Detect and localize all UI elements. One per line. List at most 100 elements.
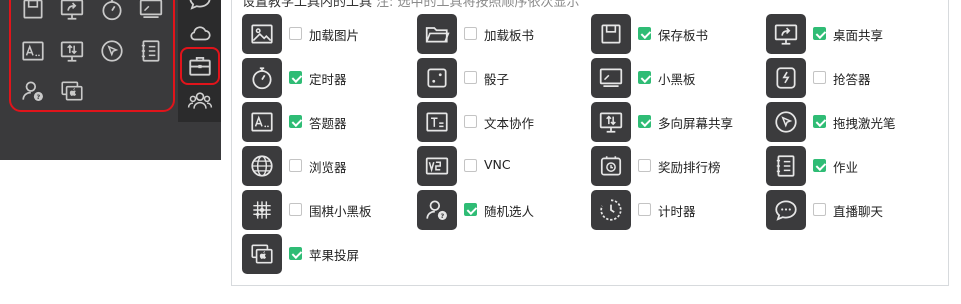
tool-checkbox[interactable]: [464, 71, 477, 84]
tool-checkbox[interactable]: [813, 27, 826, 40]
laser-pointer-icon: [766, 102, 806, 142]
tool-label: 答题器: [309, 116, 347, 131]
tool-label: 围棋小黑板: [309, 204, 372, 219]
tool-checkbox[interactable]: [289, 115, 302, 128]
tool-option[interactable]: 文本协作: [417, 102, 587, 142]
blackboard-icon: [138, 0, 164, 22]
tool-label: 加载图片: [309, 28, 360, 43]
tool-label: 拖拽激光笔: [833, 116, 896, 131]
tool-option[interactable]: 骰子: [417, 58, 587, 98]
save-icon: [591, 14, 631, 54]
stopwatch-icon: [99, 0, 125, 22]
stopwatch-icon: [242, 58, 282, 98]
tool-option[interactable]: 计时器: [591, 190, 761, 230]
tool-checkbox[interactable]: [638, 159, 651, 172]
tool-label: 随机选人: [484, 204, 535, 219]
tool-option[interactable]: 加载图片: [242, 14, 412, 54]
tool-label: 骰子: [484, 72, 510, 87]
tool-option[interactable]: 抢答器: [766, 58, 936, 98]
chat-icon[interactable]: [187, 0, 213, 12]
tool-option[interactable]: 浏览器: [242, 146, 412, 186]
tool-option[interactable]: 奖励排行榜: [591, 146, 761, 186]
answer-icon: [242, 102, 282, 142]
folder-icon: [417, 14, 457, 54]
preview-footer: [0, 122, 221, 160]
multi-screen-icon: [591, 102, 631, 142]
image-icon: [242, 14, 282, 54]
homework-icon: [766, 146, 806, 186]
tool-checkbox[interactable]: [813, 203, 826, 216]
tool-label: 桌面共享: [833, 28, 884, 43]
tool-option[interactable]: 直播聊天: [766, 190, 936, 230]
tool-option[interactable]: 保存板书: [591, 14, 761, 54]
tool-option[interactable]: VNC: [417, 146, 587, 186]
tool-option[interactable]: 加载板书: [417, 14, 587, 54]
tool-checkbox[interactable]: [813, 115, 826, 128]
tool-checkbox[interactable]: [289, 159, 302, 172]
tool-checkbox[interactable]: [638, 71, 651, 84]
buzzer-icon: [766, 58, 806, 98]
reward-icon: [591, 146, 631, 186]
dice-icon: [417, 58, 457, 98]
tool-option[interactable]: 定时器: [242, 58, 412, 98]
tool-checkbox[interactable]: [813, 71, 826, 84]
tool-label: VNC: [484, 157, 511, 172]
tool-option[interactable]: 多向屏幕共享: [591, 102, 761, 142]
tool-checkbox[interactable]: [289, 247, 302, 260]
save-icon: [20, 0, 46, 22]
tool-label: 小黑板: [658, 72, 696, 87]
tool-checkbox[interactable]: [289, 203, 302, 216]
blackboard-icon: [591, 58, 631, 98]
tool-checkbox[interactable]: [464, 159, 477, 172]
text-collab-icon: [417, 102, 457, 142]
timer-icon: [591, 190, 631, 230]
toolbox-preview: [0, 0, 221, 160]
tool-label: 加载板书: [484, 28, 535, 43]
settings-note: 注: 选中的工具将按照顺序依次显示: [376, 0, 580, 10]
tool-option[interactable]: 小黑板: [591, 58, 761, 98]
tool-checkbox[interactable]: [638, 203, 651, 216]
toolbox-button-highlight: [180, 47, 220, 85]
tool-label: 保存板书: [658, 28, 709, 43]
tool-label: 文本协作: [484, 116, 535, 131]
tool-option[interactable]: 答题器: [242, 102, 412, 142]
tool-checkbox[interactable]: [464, 203, 477, 216]
random-person-icon: [417, 190, 457, 230]
screen-share-icon: [59, 0, 85, 22]
tool-option[interactable]: 随机选人: [417, 190, 587, 230]
people-icon[interactable]: [187, 88, 213, 114]
multi-screen-icon: [59, 38, 85, 64]
random-person-icon: [20, 78, 46, 104]
settings-title: 设置教学工具内的工具 注: 选中的工具将按照顺序依次显示: [242, 0, 580, 10]
tool-option[interactable]: 桌面共享: [766, 14, 936, 54]
tool-checkbox[interactable]: [289, 71, 302, 84]
homework-icon: [138, 38, 164, 64]
globe-icon: [242, 146, 282, 186]
tool-checkbox[interactable]: [813, 159, 826, 172]
tool-label: 计时器: [658, 204, 696, 219]
cloud-icon[interactable]: [187, 20, 213, 46]
tool-option[interactable]: 围棋小黑板: [242, 190, 412, 230]
laser-pointer-icon: [99, 38, 125, 64]
chat-icon: [766, 190, 806, 230]
tool-label: 奖励排行榜: [658, 160, 721, 175]
apple-cast-icon: [242, 234, 282, 274]
answer-icon: [20, 38, 46, 64]
tool-label: 多向屏幕共享: [658, 116, 734, 131]
tool-checkbox[interactable]: [638, 27, 651, 40]
settings-title-text: 设置教学工具内的工具: [242, 0, 373, 10]
vnc-icon: [417, 146, 457, 186]
tool-label: 作业: [833, 160, 859, 175]
tool-checkbox[interactable]: [464, 115, 477, 128]
tool-label: 直播聊天: [833, 204, 884, 219]
tool-checkbox[interactable]: [289, 27, 302, 40]
tool-checkbox[interactable]: [464, 27, 477, 40]
tool-option[interactable]: 拖拽激光笔: [766, 102, 936, 142]
tool-label: 苹果投屏: [309, 248, 360, 263]
tool-label: 浏览器: [309, 160, 347, 175]
tool-checkbox[interactable]: [638, 115, 651, 128]
go-board-icon: [242, 190, 282, 230]
tool-label: 定时器: [309, 72, 347, 87]
tool-option[interactable]: 苹果投屏: [242, 234, 412, 274]
tool-option[interactable]: 作业: [766, 146, 936, 186]
